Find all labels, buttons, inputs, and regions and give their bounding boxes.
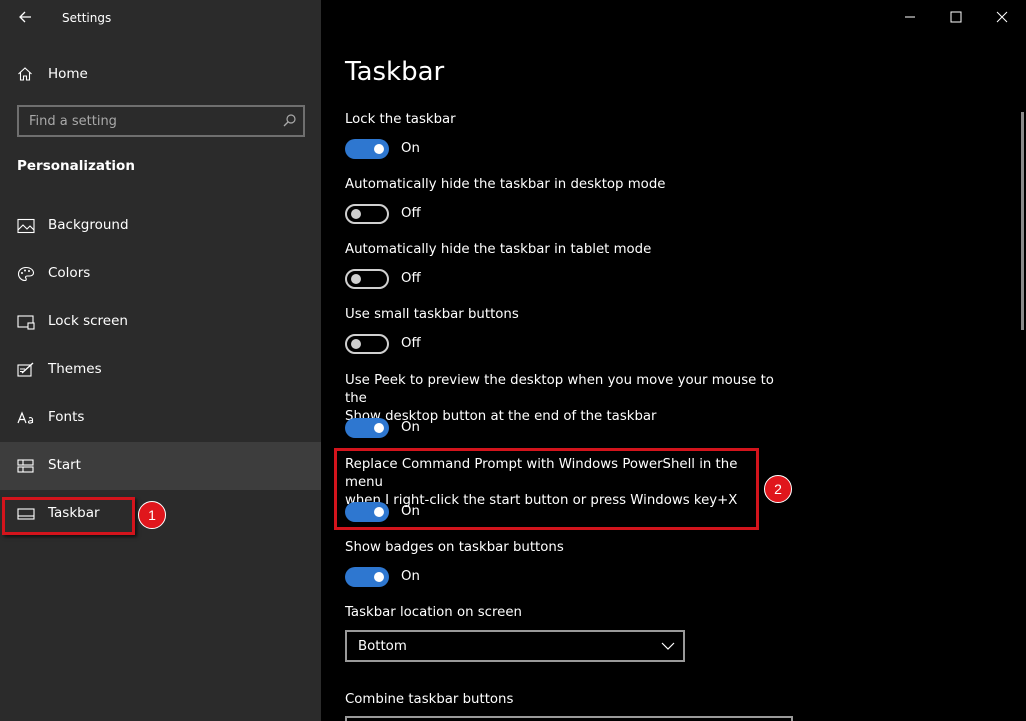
close-button[interactable] <box>979 0 1025 34</box>
lock-screen-icon <box>17 315 35 330</box>
sidebar-item-label: Fonts <box>48 409 85 425</box>
toggle-state: On <box>401 141 420 156</box>
sidebar-item-label: Lock screen <box>48 313 128 329</box>
start-icon <box>17 459 34 473</box>
main-content: Taskbar Lock the taskbar On Automaticall… <box>321 0 1026 721</box>
setting-label-peek: Use Peek to preview the desktop when you… <box>345 372 775 426</box>
toggle-peek[interactable] <box>345 418 389 438</box>
home-label: Home <box>48 66 88 82</box>
toggle-state: On <box>401 569 420 584</box>
toggle-autohide-desktop[interactable] <box>345 204 389 224</box>
search-icon[interactable] <box>282 113 297 128</box>
setting-label-badges: Show badges on taskbar buttons <box>345 540 564 555</box>
toggle-knob <box>351 274 361 284</box>
annotation-badge-2: 2 <box>764 475 792 503</box>
setting-label-lock-taskbar: Lock the taskbar <box>345 112 456 127</box>
annotation-badge-1: 1 <box>138 501 166 529</box>
toggle-lock-taskbar[interactable] <box>345 139 389 159</box>
setting-label-autohide-desktop: Automatically hide the taskbar in deskto… <box>345 177 666 192</box>
back-button[interactable] <box>12 6 40 30</box>
sidebar-item-themes[interactable]: Themes <box>0 346 321 394</box>
title-bar: Settings <box>0 0 321 36</box>
fonts-icon <box>17 411 34 424</box>
toggle-state: Off <box>401 206 421 221</box>
toggle-state: Off <box>401 271 421 286</box>
combine-buttons-label: Combine taskbar buttons <box>345 692 514 707</box>
toggle-knob <box>374 572 384 582</box>
chevron-down-icon <box>661 642 675 650</box>
toggle-knob <box>351 209 361 219</box>
toggle-knob <box>351 339 361 349</box>
search-box[interactable] <box>17 105 305 137</box>
annotation-box-powershell <box>334 448 759 530</box>
sidebar-item-start[interactable]: Start <box>0 442 321 490</box>
toggle-badges[interactable] <box>345 567 389 587</box>
setting-label-small-buttons: Use small taskbar buttons <box>345 307 519 322</box>
toggle-knob <box>374 423 384 433</box>
minimize-icon <box>905 16 915 18</box>
setting-label-line: Use Peek to preview the desktop when you… <box>345 373 774 406</box>
maximize-icon <box>950 11 962 23</box>
minimize-button[interactable] <box>887 0 933 34</box>
taskbar-location-label: Taskbar location on screen <box>345 605 522 620</box>
toggle-state: Off <box>401 336 421 351</box>
dropdown-value: Bottom <box>358 639 407 654</box>
sidebar-item-colors[interactable]: Colors <box>0 250 321 298</box>
taskbar-location-dropdown[interactable]: Bottom <box>345 630 685 662</box>
picture-icon <box>17 218 35 234</box>
page-title: Taskbar <box>345 57 445 87</box>
sidebar-item-fonts[interactable]: Fonts <box>0 394 321 442</box>
sidebar-item-lock-screen[interactable]: Lock screen <box>0 298 321 346</box>
toggle-small-buttons[interactable] <box>345 334 389 354</box>
sidebar-item-label: Background <box>48 217 129 233</box>
sidebar: Settings Home Personalization Background… <box>0 0 321 721</box>
section-title: Personalization <box>17 158 135 174</box>
sidebar-item-label: Colors <box>48 265 91 281</box>
setting-label-autohide-tablet: Automatically hide the taskbar in tablet… <box>345 242 652 257</box>
palette-icon <box>17 266 35 282</box>
sidebar-item-label: Start <box>48 457 81 473</box>
themes-icon <box>17 362 34 377</box>
sidebar-item-background[interactable]: Background <box>0 202 321 250</box>
close-icon <box>996 11 1008 23</box>
toggle-knob <box>374 144 384 154</box>
search-input[interactable] <box>19 107 279 135</box>
app-title: Settings <box>62 11 112 25</box>
maximize-button[interactable] <box>933 0 979 34</box>
home-nav-item[interactable]: Home <box>0 56 321 92</box>
back-arrow-icon <box>19 11 31 23</box>
toggle-state: On <box>401 420 420 435</box>
combine-buttons-dropdown[interactable] <box>345 716 793 721</box>
home-icon <box>18 67 32 81</box>
toggle-autohide-tablet[interactable] <box>345 269 389 289</box>
sidebar-item-label: Themes <box>48 361 102 377</box>
annotation-box-taskbar <box>2 497 135 535</box>
scrollbar[interactable] <box>1021 112 1024 330</box>
